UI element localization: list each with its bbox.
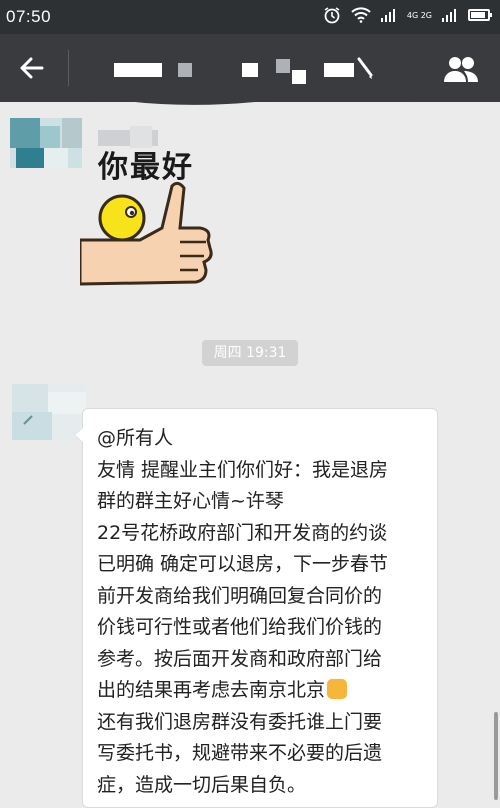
message-line: 已明确 确定可以退房，下一步春节 (97, 553, 389, 575)
people-icon[interactable] (442, 54, 480, 84)
chat-title-bar (0, 34, 500, 102)
header-shadow-decoration (90, 96, 420, 105)
thumbs-up-icon (80, 181, 213, 286)
message-line: 价钱可行性或者他们给我们价钱的 (97, 616, 383, 638)
title-divider (68, 50, 69, 86)
back-arrow-icon[interactable] (16, 52, 48, 84)
sender-avatar[interactable] (10, 118, 82, 168)
message-line: 症，造成一切后果自负。 (97, 773, 307, 796)
message-line: 友情 提醒业主们你们好：我是退房 (97, 458, 389, 481)
signal-icon-2 (442, 9, 456, 22)
timestamp-divider: 周四 19:31 (202, 340, 298, 366)
message-text: @所有人 友情 提醒业主们你们好：我是退房 群的群主好心情~许琴 22号花桥政府… (97, 423, 437, 801)
message-line: 还有我们退房群没有委托谁上门要 (97, 710, 383, 733)
message-line-with-emoji: 出的结果再考虑去南京北京 (97, 675, 437, 707)
message-line: 写委托书，规避带来不必要的后遗 (97, 742, 383, 764)
message-line: 群的群主好心情~许琴 (97, 490, 284, 512)
status-bar: 07:50 4G 2G (0, 0, 500, 34)
wifi-icon (351, 7, 371, 23)
status-time: 07:50 (6, 7, 52, 26)
scrollbar[interactable] (494, 712, 498, 800)
edit-pen-icon (357, 57, 373, 79)
message-line: @所有人 (97, 427, 174, 449)
network-type-label: 4G 2G (406, 10, 432, 20)
status-icons: 4G 2G (323, 6, 492, 24)
battery-icon (468, 9, 492, 21)
signal-icon (380, 9, 395, 22)
alarm-icon (324, 7, 340, 24)
message-bubble[interactable]: @所有人 友情 提醒业主们你们好：我是退房 群的群主好心情~许琴 22号花桥政府… (74, 408, 438, 808)
message-line: 22号花桥政府部门和开发商的约谈 (97, 521, 388, 544)
raised-fist-emoji-icon (327, 679, 348, 699)
message-line: 前开发商给我们明确回复合同价的 (97, 584, 383, 607)
thumbs-up-sticker[interactable]: 你最好 (80, 142, 230, 290)
message-line: 参考。按后面开发商和政府部门给 (97, 647, 383, 670)
